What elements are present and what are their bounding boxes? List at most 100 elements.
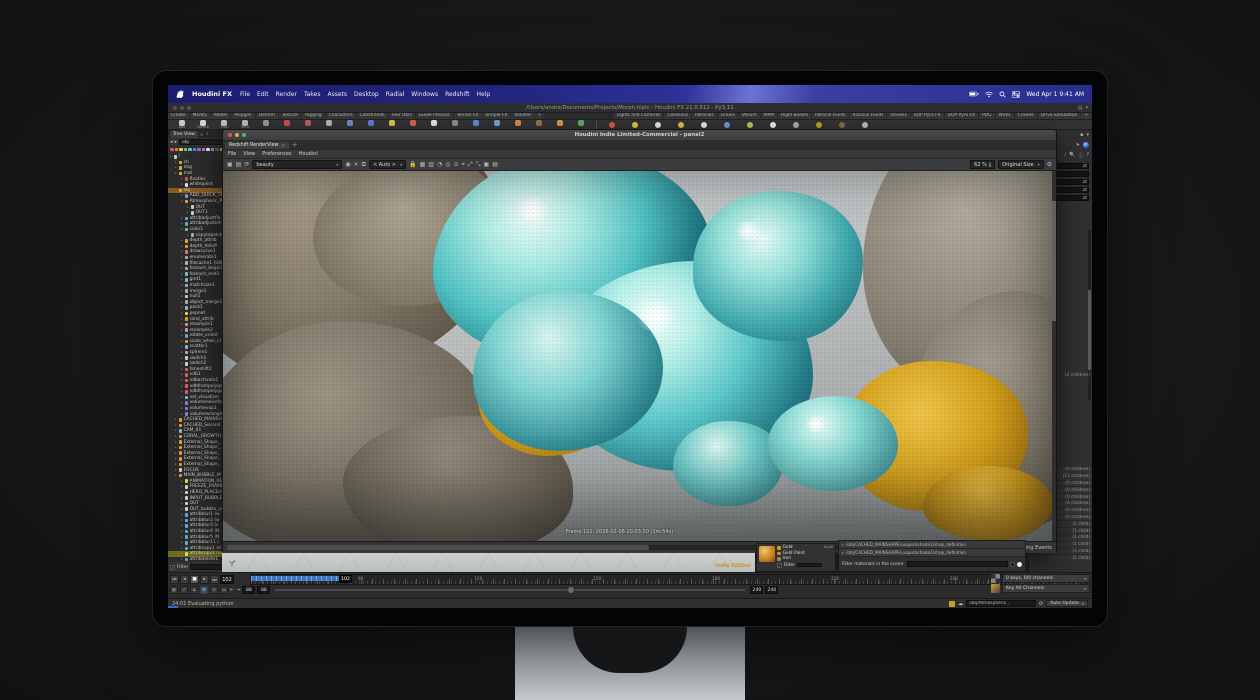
shelf-tab[interactable]: Guide Process [416,113,453,119]
shelf-tool[interactable] [836,122,848,128]
shelf-tab[interactable]: Create [168,113,189,119]
cloud-icon[interactable]: ☁ [958,601,963,607]
stop-button[interactable]: ■ [190,575,199,584]
material-thumbnail[interactable] [759,546,775,562]
folder-icon[interactable]: ▤ [236,161,242,168]
shelf-tool[interactable] [767,122,779,128]
black-swatch-icon[interactable] [1010,562,1015,567]
auto-update-select[interactable]: Auto Update ▾ [1046,600,1088,607]
shelf-tab[interactable]: Rigid Bodies [778,113,811,119]
close-tab-icon[interactable]: ✕ [281,143,284,148]
shelf-tool[interactable] [859,122,871,128]
crop-icon[interactable]: ⧉ [362,161,366,168]
tab-redshift-renderview[interactable]: Redshift RenderView ✕ [225,142,289,149]
shelf-tab[interactable]: Deform [256,113,278,119]
shelf-tool[interactable] [323,120,335,129]
shelf-tool[interactable] [698,122,710,128]
sample-icon[interactable]: ⊙ [453,161,458,168]
stop-icon[interactable]: ✕ [354,161,359,168]
size-select[interactable]: Original Size ▾ [998,160,1043,169]
shelf-tab[interactable]: Oceans [887,113,909,119]
slash-icon[interactable]: ∕ [1064,152,1066,159]
palette-swatch[interactable] [184,148,188,152]
shelf-tab[interactable]: MPM [761,113,777,119]
shelf-tab[interactable]: Rigging [302,113,325,119]
zoom-level[interactable]: 62 % ▲▼ [970,160,995,169]
menubar-item[interactable]: Help [476,91,490,98]
menubar-item[interactable]: Takes [304,91,320,98]
tab-tree-view[interactable]: Tree View [170,131,198,138]
shelf-tool[interactable] [512,120,524,129]
shelf-tab[interactable]: Simple FX [483,113,511,119]
menu-item[interactable]: Houdini [299,151,318,157]
search-icon[interactable] [999,91,1006,98]
step-out-icon[interactable]: ⇥ [236,587,240,593]
layers-icon[interactable]: ▣ [484,161,490,168]
menubar-item[interactable]: Windows [411,91,438,98]
go-start-button[interactable]: ⏮ [170,575,179,584]
shelf-tool[interactable] [491,120,503,129]
menubar-item[interactable]: Redshift [445,91,469,98]
audio-toggle-icon[interactable]: ♪ [180,586,188,594]
render-image[interactable]: Frame 102: 2026-02-06 20:03:50 (1m:54s) [223,171,1056,541]
shelf-tool[interactable]: Tube [218,120,230,129]
lock-icon[interactable]: 🔒 [409,161,416,168]
shelf-tab[interactable]: Modify [190,113,211,119]
expand-icon[interactable]: ⤢ [468,161,473,168]
shelf-tool[interactable] [652,122,664,128]
chevron-right-icon[interactable]: ▸ [842,550,844,555]
app-menu-name[interactable]: Houdini FX [192,90,232,98]
shelf-tab[interactable]: Viscous Fluids [850,113,887,119]
palette-swatch[interactable] [188,148,192,152]
menu-item[interactable]: File [228,151,236,157]
palette-swatch[interactable] [211,148,215,152]
play-button[interactable]: ▸ [200,575,209,584]
shelf-tab[interactable]: Model [211,113,230,119]
snapshot-icon[interactable]: ▣ [227,161,233,168]
shelf-tool[interactable] [675,122,687,128]
shelf-tool[interactable] [302,120,314,129]
shelf-tab[interactable]: Hair Utils [389,113,415,119]
menubar-clock[interactable]: Wed Apr 1 9:41 AM [1026,91,1084,98]
menubar-item[interactable]: Edit [257,91,269,98]
image-scrollbar[interactable] [1052,171,1056,541]
list-icon[interactable]: ▤ [492,161,498,168]
shelf-tab[interactable]: Particle Fluids [812,113,848,119]
shelf-tab[interactable]: + [1081,113,1091,119]
range-start-field[interactable]: 88 [242,586,255,594]
refresh-icon[interactable]: ⟳ [1039,601,1043,607]
shelf-tab[interactable]: Particles [692,113,717,119]
step-back-button[interactable]: ◂ [180,575,189,584]
jump-icon[interactable]: ⇄ [1083,179,1087,185]
refresh-icon[interactable]: ⟳ [244,161,249,168]
shelf-tab[interactable]: Volume [511,113,533,119]
shelf-tool[interactable] [470,120,482,129]
shelf-tool[interactable] [386,120,398,129]
shelf-tool[interactable] [428,120,440,129]
control-center-icon[interactable] [1012,91,1020,98]
help-icon[interactable]: ? [1086,152,1089,159]
shelf-tool[interactable]: Torus [239,120,251,129]
range-end-field[interactable]: 88 [257,586,270,594]
palette-swatch[interactable] [215,148,219,152]
keys-dropdown[interactable]: 0 keys, 0/0 channels ▾ [1002,574,1090,583]
timeline-ruler[interactable]: 102 90120150180210240 [250,574,1088,585]
shelf-tool[interactable]: Sphere [197,120,209,129]
menubar-item[interactable]: File [240,91,250,98]
snapshot-mode-select[interactable]: < Auto > ▾ [369,160,406,169]
palette-swatch[interactable] [170,148,174,152]
context-path-field[interactable]: /obj/Atmospheric... [966,600,1036,607]
add-tab-icon[interactable]: ＋ [292,143,298,149]
shelf-tool[interactable] [606,122,618,128]
shelf-tool[interactable] [813,122,825,128]
menubar-item[interactable]: Desktop [354,91,379,98]
apple-logo-icon[interactable] [176,90,184,99]
menu-item[interactable]: View [243,151,255,157]
chevron-down-icon[interactable]: ▾ [1086,132,1089,138]
current-frame-field[interactable]: 102 [220,575,234,584]
pin-icon[interactable]: ➤ [1076,142,1080,148]
shelf-tool[interactable] [281,120,293,129]
go-end-button[interactable]: ⏭ [210,575,219,584]
key-all-channels-button[interactable]: Key All Channels ▾ [1002,584,1090,593]
step-in-icon[interactable]: ⇤ [230,587,234,593]
